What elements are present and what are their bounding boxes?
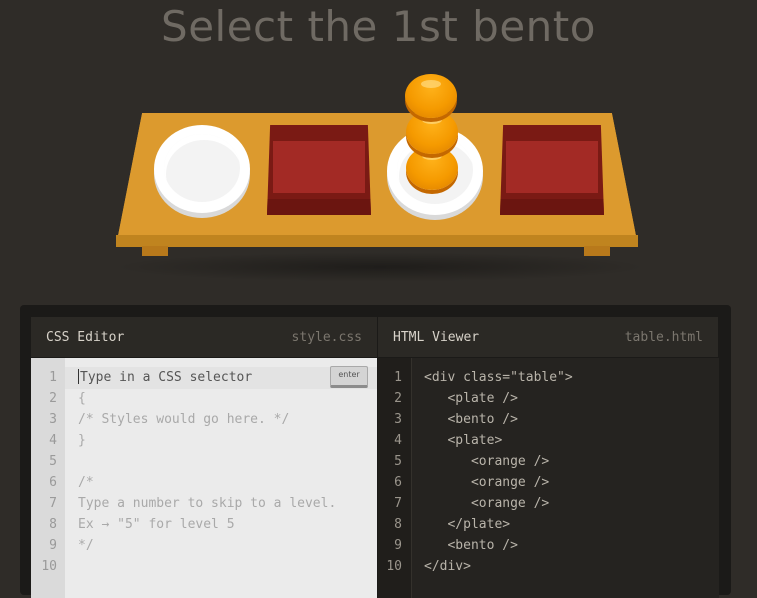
html-line[interactable]: <plate> bbox=[424, 430, 573, 451]
line-number: 9 bbox=[49, 538, 57, 553]
css-input-placeholder: Type in a CSS selector bbox=[80, 370, 253, 385]
line-number: 9 bbox=[394, 538, 402, 553]
orange-3[interactable] bbox=[405, 74, 457, 118]
html-viewer-header: HTML Viewer table.html bbox=[377, 317, 718, 357]
code-line: */ bbox=[78, 538, 94, 553]
css-line-numbers: 1 2 3 4 5 6 7 8 9 10 bbox=[31, 367, 57, 577]
line-number: 6 bbox=[394, 475, 402, 490]
plate-1[interactable] bbox=[154, 125, 250, 213]
line-number: 8 bbox=[394, 517, 402, 532]
css-editor-filename: style.css bbox=[291, 329, 362, 345]
html-code-lines: <div class="table"> <plate /> <bento /> … bbox=[424, 367, 573, 577]
css-editor-title: CSS Editor bbox=[46, 329, 125, 345]
html-viewer-filename: table.html bbox=[624, 329, 703, 345]
line-number: 2 bbox=[49, 391, 57, 406]
bento-1[interactable] bbox=[267, 125, 371, 215]
level-instruction: Select the 1st bento bbox=[161, 2, 596, 51]
line-number: 10 bbox=[386, 559, 402, 574]
html-line[interactable]: <bento /> bbox=[424, 535, 573, 556]
html-line-numbers: 1 2 3 4 5 6 7 8 9 10 bbox=[378, 367, 402, 577]
code-line: /* Styles would go here. */ bbox=[78, 412, 290, 427]
line-number: 10 bbox=[41, 559, 57, 574]
css-editor-body: 1 2 3 4 5 6 7 8 9 10 Type in a CSS selec… bbox=[31, 358, 377, 598]
line-number: 1 bbox=[394, 370, 402, 385]
table-shadow bbox=[110, 252, 650, 282]
line-number: 7 bbox=[394, 496, 402, 511]
line-number: 3 bbox=[49, 412, 57, 427]
line-number: 5 bbox=[49, 454, 57, 469]
code-line: { bbox=[78, 391, 86, 406]
html-line[interactable]: <plate /> bbox=[424, 388, 573, 409]
css-code-lines: Type in a CSS selector { /* Styles would… bbox=[78, 367, 336, 577]
line-number: 4 bbox=[394, 433, 402, 448]
html-line[interactable]: </div> bbox=[424, 556, 573, 577]
code-line: Type a number to skip to a level. bbox=[78, 496, 337, 511]
html-line[interactable]: <div class="table"> bbox=[424, 367, 573, 388]
line-number: 7 bbox=[49, 496, 57, 511]
text-caret bbox=[78, 369, 79, 384]
table-front-edge bbox=[116, 235, 638, 247]
html-line[interactable]: <orange /> bbox=[424, 493, 573, 514]
code-line: Ex → "5" for level 5 bbox=[78, 517, 235, 532]
line-number: 6 bbox=[49, 475, 57, 490]
table-scene bbox=[0, 70, 757, 290]
code-line: } bbox=[78, 433, 86, 448]
bento-2[interactable] bbox=[500, 125, 604, 215]
html-line[interactable]: <bento /> bbox=[424, 409, 573, 430]
html-line[interactable]: <orange /> bbox=[424, 472, 573, 493]
table-leg-right bbox=[584, 246, 610, 256]
line-number: 5 bbox=[394, 454, 402, 469]
html-viewer-body: 1 2 3 4 5 6 7 8 9 10 <div class="table">… bbox=[377, 358, 719, 598]
editor-container: CSS Editor style.css HTML Viewer table.h… bbox=[20, 305, 731, 598]
line-number: 1 bbox=[49, 370, 57, 385]
line-number: 4 bbox=[49, 433, 57, 448]
line-number: 3 bbox=[394, 412, 402, 427]
css-input-line[interactable]: Type in a CSS selector bbox=[78, 367, 336, 388]
html-line[interactable]: <orange /> bbox=[424, 451, 573, 472]
html-viewer-title: HTML Viewer bbox=[393, 329, 480, 345]
code-line: /* bbox=[78, 475, 94, 490]
html-line[interactable]: </plate> bbox=[424, 514, 573, 535]
line-number: 2 bbox=[394, 391, 402, 406]
line-number: 8 bbox=[49, 517, 57, 532]
css-editor-header: CSS Editor style.css bbox=[31, 317, 377, 357]
enter-button[interactable]: enter bbox=[330, 366, 368, 388]
table-leg-left bbox=[142, 246, 168, 256]
